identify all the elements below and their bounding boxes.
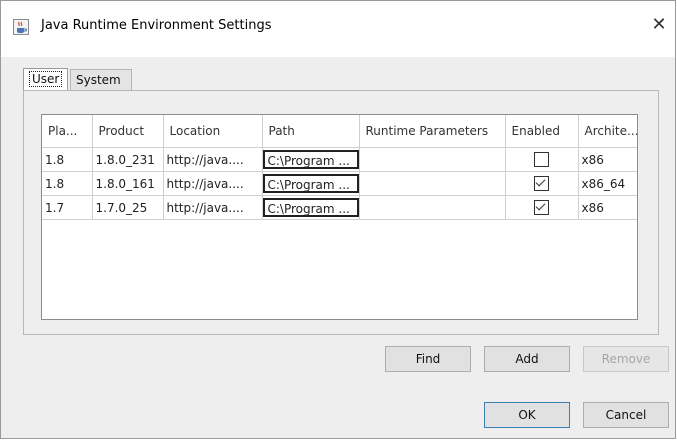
cell-runtime-parameters[interactable] xyxy=(359,171,506,196)
remove-button[interactable]: Remove xyxy=(583,346,669,372)
column-header-architecture[interactable]: Archite... xyxy=(578,115,637,148)
cell-platform[interactable]: 1.8 xyxy=(42,147,93,172)
cell-architecture[interactable]: x86_64 xyxy=(578,171,637,196)
cell-location[interactable]: http://java.... xyxy=(163,195,263,220)
title-bar: Java Runtime Environment Settings ✕ xyxy=(1,1,675,57)
tab-system[interactable]: System xyxy=(70,69,132,91)
cell-product[interactable]: 1.7.0_25 xyxy=(92,195,164,220)
cell-path[interactable]: C:\Program ... xyxy=(262,171,360,196)
cell-platform[interactable]: 1.8 xyxy=(42,171,93,196)
cell-architecture[interactable]: x86 xyxy=(578,147,637,172)
add-button[interactable]: Add xyxy=(484,346,570,372)
cell-runtime-parameters[interactable] xyxy=(359,195,506,220)
cell-platform[interactable]: 1.7 xyxy=(42,195,93,220)
jre-table-container[interactable]: Pla... Product Location Path Runtime Par… xyxy=(41,114,638,320)
enabled-checkbox[interactable] xyxy=(534,200,549,215)
cell-path[interactable]: C:\Program ... xyxy=(262,195,360,220)
cell-product[interactable]: 1.8.0_161 xyxy=(92,171,164,196)
column-header-path[interactable]: Path xyxy=(262,115,360,148)
column-header-runtime-parameters[interactable]: Runtime Parameters xyxy=(359,115,506,148)
window-title: Java Runtime Environment Settings xyxy=(41,18,272,33)
ok-button[interactable]: OK xyxy=(484,402,570,428)
jre-settings-dialog: Java Runtime Environment Settings ✕ User… xyxy=(0,0,676,439)
cell-location[interactable]: http://java.... xyxy=(163,147,263,172)
cell-path[interactable]: C:\Program ... xyxy=(262,147,360,172)
cell-path-text: C:\Program ... xyxy=(262,174,358,193)
column-header-product[interactable]: Product xyxy=(92,115,164,148)
table-row[interactable]: 1.8 1.8.0_231 http://java.... C:\Program… xyxy=(42,147,637,172)
table-header-row: Pla... Product Location Path Runtime Par… xyxy=(42,115,637,148)
tab-user[interactable]: User xyxy=(23,68,68,92)
column-header-enabled[interactable]: Enabled xyxy=(505,115,579,148)
column-header-location[interactable]: Location xyxy=(163,115,263,148)
cell-enabled[interactable] xyxy=(505,171,579,196)
cancel-button[interactable]: Cancel xyxy=(583,402,669,428)
cell-path-text: C:\Program ... xyxy=(262,198,358,217)
cell-runtime-parameters[interactable] xyxy=(359,147,506,172)
cell-enabled[interactable] xyxy=(505,195,579,220)
find-button[interactable]: Find xyxy=(385,346,471,372)
cell-enabled[interactable] xyxy=(505,147,579,172)
cell-product[interactable]: 1.8.0_231 xyxy=(92,147,164,172)
cell-location[interactable]: http://java.... xyxy=(163,171,263,196)
jre-table: Pla... Product Location Path Runtime Par… xyxy=(42,115,637,220)
java-coffee-cup-icon xyxy=(13,19,29,35)
tab-user-label: User xyxy=(29,71,63,87)
table-row[interactable]: 1.8 1.8.0_161 http://java.... C:\Program… xyxy=(42,171,637,196)
column-header-platform[interactable]: Pla... xyxy=(42,115,93,148)
cell-architecture[interactable]: x86 xyxy=(578,195,637,220)
enabled-checkbox[interactable] xyxy=(534,152,549,167)
enabled-checkbox[interactable] xyxy=(534,176,549,191)
table-row[interactable]: 1.7 1.7.0_25 http://java.... C:\Program … xyxy=(42,195,637,220)
cell-path-text: C:\Program ... xyxy=(262,150,358,169)
tab-panel-user: Pla... Product Location Path Runtime Par… xyxy=(23,90,659,335)
close-icon[interactable]: ✕ xyxy=(649,15,669,35)
